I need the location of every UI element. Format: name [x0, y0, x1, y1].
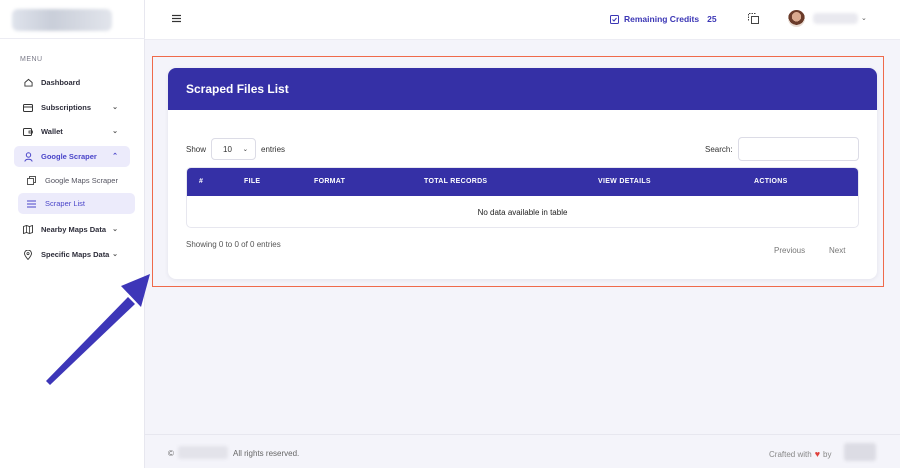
previous-page-button[interactable]: Previous: [774, 246, 805, 255]
heart-icon: ♥: [814, 449, 821, 459]
brand-logo[interactable]: [12, 9, 112, 31]
annotation-arrow: [46, 274, 150, 385]
card-title: Scraped Files List: [168, 68, 877, 110]
entries-select[interactable]: 10 ⌄: [211, 138, 257, 160]
pin-icon: [23, 249, 33, 260]
company-name-blurred: [178, 446, 228, 459]
home-icon: [23, 78, 33, 88]
sidebar-item-dashboard[interactable]: Dashboard: [14, 72, 130, 93]
chevron-down-icon: ⌄: [112, 226, 118, 233]
column-header-actions[interactable]: ACTIONS: [754, 178, 788, 185]
entries-select-value: 10: [223, 144, 232, 154]
column-header-file[interactable]: FILE: [244, 178, 260, 185]
by-label: by: [823, 449, 832, 459]
rights-text: All rights reserved.: [233, 449, 300, 458]
chevron-down-icon: ⌄: [242, 146, 249, 153]
sidebar-divider: [0, 38, 145, 39]
top-navbar: Remaining Credits 25 ⌄: [145, 0, 900, 40]
menu-label: MENU: [20, 56, 43, 63]
column-header-index[interactable]: #: [199, 178, 203, 185]
list-icon: [26, 199, 36, 209]
copy-icon: [26, 176, 36, 186]
chevron-up-icon: ⌃: [112, 153, 118, 160]
author-name-blurred[interactable]: [844, 443, 876, 461]
credits-value: 25: [707, 14, 717, 24]
map-icon: [23, 225, 33, 235]
sidebar-item-wallet[interactable]: Wallet ⌄: [14, 121, 130, 142]
table-info: Showing 0 to 0 of 0 entries: [186, 240, 281, 249]
credits-label: Remaining Credits: [624, 14, 700, 24]
username-blurred[interactable]: [813, 13, 858, 24]
scraped-files-card: Scraped Files List Show 10 ⌄ entries Sea…: [168, 68, 877, 279]
sidebar-item-google-maps-scraper[interactable]: Google Maps Scraper: [18, 170, 135, 191]
sidebar-item-scraper-list[interactable]: Scraper List: [18, 193, 135, 214]
sidebar-item-label: Wallet: [41, 127, 63, 136]
column-header-format[interactable]: FORMAT: [314, 178, 345, 185]
show-label: Show: [186, 144, 207, 154]
crafted-with: Crafted with ♥ by: [769, 449, 831, 459]
entries-label: entries: [261, 144, 286, 154]
next-page-button[interactable]: Next: [829, 246, 845, 255]
sidebar-item-label: Google Scraper: [41, 152, 97, 161]
chevron-down-icon: ⌄: [112, 128, 118, 135]
sidebar: MENU Dashboard Subscriptions ⌄ Wallet ⌄ …: [0, 0, 145, 468]
chevron-down-icon[interactable]: ⌄: [861, 14, 867, 22]
search-label: Search:: [705, 145, 733, 154]
empty-table-message: No data available in table: [477, 207, 568, 217]
column-header-total-records[interactable]: TOTAL RECORDS: [424, 178, 487, 185]
sidebar-item-label: Nearby Maps Data: [41, 225, 107, 234]
sidebar-item-label: Dashboard: [41, 78, 81, 87]
sidebar-item-specific-maps-data[interactable]: Specific Maps Data ⌄: [14, 244, 130, 265]
sidebar-item-label: Subscriptions: [41, 103, 92, 112]
search-input[interactable]: [738, 137, 859, 161]
sidebar-item-nearby-maps-data[interactable]: Nearby Maps Data ⌄: [14, 219, 130, 240]
user-icon: [23, 151, 33, 162]
files-table: # FILE FORMAT TOTAL RECORDS VIEW DETAILS…: [186, 167, 859, 228]
entries-length-control: Show 10 ⌄ entries: [186, 138, 285, 160]
sidebar-item-label: Scraper List: [45, 199, 86, 208]
sidebar-item-label: Google Maps Scraper: [45, 176, 118, 185]
wallet-icon: [23, 127, 33, 137]
footer: © All rights reserved. Crafted with ♥ by: [145, 434, 900, 468]
avatar[interactable]: [788, 10, 805, 27]
card-icon: [23, 103, 33, 113]
table-header: # FILE FORMAT TOTAL RECORDS VIEW DETAILS…: [187, 168, 858, 196]
copyright-symbol: ©: [168, 449, 174, 458]
column-header-view-details[interactable]: VIEW DETAILS: [598, 178, 651, 185]
sidebar-item-subscriptions[interactable]: Subscriptions ⌄: [14, 97, 130, 118]
sidebar-item-label: Specific Maps Data: [41, 250, 110, 259]
chevron-down-icon: ⌄: [112, 104, 118, 111]
hamburger-menu-icon[interactable]: [172, 14, 181, 23]
chevron-down-icon: ⌄: [112, 251, 118, 258]
credits-icon: [610, 14, 619, 24]
crafted-label: Crafted with: [769, 449, 812, 459]
sidebar-item-google-scraper[interactable]: Google Scraper ⌃: [14, 146, 130, 167]
copy-icon[interactable]: [748, 13, 759, 24]
remaining-credits: Remaining Credits 25: [610, 14, 717, 24]
